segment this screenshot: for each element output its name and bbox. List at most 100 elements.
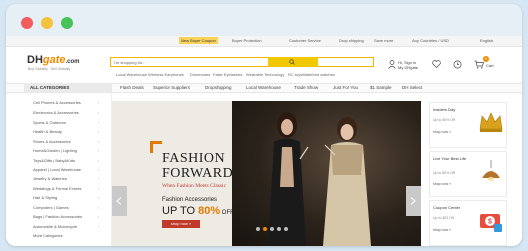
logo-dh: DH [27, 54, 43, 66]
language-selector[interactable]: English [480, 38, 493, 43]
category-item[interactable]: Toys&Gifts | Baby&Kids [33, 158, 75, 163]
nav-dropshipping[interactable]: Dropshipping [205, 85, 232, 90]
promo-subtitle: Up to 80% Off [433, 118, 455, 122]
search-input[interactable]: I'm shopping for... [110, 57, 374, 67]
promo-shop-now-link[interactable]: shop now » [433, 130, 451, 134]
banner-subtitle: When Fashion Meets Classic [162, 183, 227, 189]
banner-headline-line2: FORWARD [162, 166, 234, 181]
nav-local-warehouse[interactable]: Local Warehouse [246, 85, 281, 90]
sign-in-link[interactable]: Hi, Sign in My DHgate [398, 60, 418, 70]
promo-card-live-your-best-life[interactable]: Live Your Best Life Up to 80% Off shop n… [429, 151, 507, 197]
category-item[interactable]: Sports & Outdoors [33, 120, 66, 125]
promo-shop-now-link[interactable]: shop now » [433, 182, 451, 186]
chevron-right-icon: › [98, 148, 100, 153]
quick-link[interactable]: Local Warehouse [116, 72, 147, 77]
chevron-right-icon: › [98, 139, 100, 144]
user-icon[interactable] [388, 60, 396, 69]
nav-superior-suppliers[interactable]: Superior Suppliers [153, 85, 190, 90]
heart-icon[interactable] [432, 60, 441, 68]
chevron-right-icon: › [98, 195, 100, 200]
banner-headline-line1: FASHION [162, 151, 226, 166]
nav-dh-select[interactable]: DH Select [402, 85, 422, 90]
nav-trade-show[interactable]: Trade Show [294, 85, 318, 90]
promo-title: Insiders Day [433, 107, 456, 112]
minimize-window-button[interactable] [41, 17, 53, 29]
all-categories-button[interactable]: ALL CATEGORIES [24, 83, 112, 93]
carousel-dot[interactable] [277, 227, 281, 231]
quick-link[interactable]: False Eyelashes [213, 72, 242, 77]
category-item[interactable]: Bags | Fashion Accessories [33, 214, 82, 219]
save-more-link[interactable]: Save more [374, 38, 393, 43]
chevron-right-icon: › [98, 176, 100, 181]
nav-just-for-you[interactable]: Just For You [333, 85, 358, 90]
chevron-left-icon [116, 197, 122, 205]
banner-prev-button[interactable] [112, 186, 127, 216]
chevron-right-icon: › [98, 129, 100, 134]
category-item[interactable]: Hair & Styling [33, 195, 57, 200]
model-image-right [323, 117, 371, 246]
carousel-dot[interactable] [256, 227, 260, 231]
model-image-left [268, 112, 309, 246]
banner-discount: UP TO 80% OFF [162, 205, 234, 217]
promo-card-insiders-day[interactable]: Insiders Day Up to 80% Off shop now » [429, 102, 507, 148]
new-buyer-coupon-link[interactable]: New Buyer Coupon [179, 37, 218, 44]
cart-label[interactable]: Cart [486, 63, 494, 68]
category-item[interactable]: Home&Garden | Lighting [33, 148, 77, 153]
carousel-dot[interactable] [284, 227, 288, 231]
chevron-right-icon: › [98, 205, 100, 210]
svg-text:$: $ [488, 219, 492, 226]
title-bar [6, 4, 522, 36]
logo-com: .com [65, 59, 80, 65]
promo-title: Live Your Best Life [433, 156, 467, 161]
carousel-dot[interactable] [270, 227, 274, 231]
promo-title: Coupon Center [433, 205, 461, 210]
quick-link[interactable]: RC toys [288, 72, 302, 77]
promo-subtitle: Up to 80% Off [433, 171, 455, 175]
category-item[interactable]: Electronics & Accessories [33, 110, 79, 115]
logo-tagline: Buy Globally · Sell Globally [28, 67, 71, 71]
banner-discount-percent: 80% [198, 205, 221, 217]
carousel-dot-active[interactable] [263, 227, 267, 231]
category-item[interactable]: Health & Beauty [33, 129, 62, 134]
chevron-right-icon [410, 197, 416, 205]
quick-link[interactable]: Waterbird watches [302, 72, 335, 77]
nav-1-sample[interactable]: $1 Sample [370, 85, 392, 90]
category-item[interactable]: Computers | Games [33, 205, 69, 210]
promo-subtitle: Up to $20 Off [433, 216, 454, 220]
category-item[interactable]: Apparel | Local Warehouse [33, 167, 81, 172]
chevron-right-icon: › [98, 158, 100, 163]
cart-icon[interactable] [474, 60, 484, 69]
category-item[interactable]: Shoes & Accessories [33, 139, 71, 144]
banner-shop-now-button[interactable]: shop now » [162, 220, 200, 228]
category-item[interactable]: Weddings & Formal Events [33, 186, 81, 191]
maximize-window-button[interactable] [61, 17, 73, 29]
category-item[interactable]: Jewelry & Watches [33, 176, 67, 181]
banner-next-button[interactable] [406, 186, 421, 216]
chevron-right-icon: › [98, 100, 100, 105]
close-window-button[interactable] [21, 17, 33, 29]
search-placeholder: I'm shopping for... [114, 60, 146, 65]
search-icon [289, 59, 295, 65]
history-icon[interactable] [453, 60, 462, 69]
category-item[interactable]: Automobile & Motorcycle [33, 224, 77, 229]
country-selector[interactable]: Any Countries / USD [412, 38, 449, 43]
dhgate-logo[interactable]: DHgate.com [27, 54, 80, 66]
banner-accessories-label: Fashion Accessories [162, 197, 218, 203]
search-button[interactable] [268, 57, 318, 67]
buyer-protection-link[interactable]: Buyer Protection [232, 38, 262, 43]
quick-link[interactable]: Dinnerware [190, 72, 210, 77]
promo-card-coupon-center[interactable]: Coupon Center Up to $20 Off shop now » $ [429, 200, 507, 246]
quick-link[interactable]: Wireless Earphones [148, 72, 184, 77]
all-categories-label: ALL CATEGORIES [30, 85, 70, 90]
drop-shipping-link[interactable]: Drop shipping [339, 38, 364, 43]
chevron-right-icon: › [98, 214, 100, 219]
customer-service-link[interactable]: Customer Service [289, 38, 321, 43]
page-content: New Buyer Coupon Buyer Protection Custom… [6, 36, 522, 246]
category-item[interactable]: Cell Phones & Accessories [33, 100, 81, 105]
hero-banner[interactable]: FASHION FORWARD When Fashion Meets Class… [112, 101, 421, 246]
quick-link[interactable]: Wearable Technology [246, 72, 284, 77]
more-categories-link[interactable]: More Categories [33, 233, 63, 238]
category-list: Cell Phones & Accessories › Electronics &… [24, 93, 112, 246]
promo-shop-now-link[interactable]: shop now » [433, 228, 451, 232]
nav-flash-deals[interactable]: Flash Deals [120, 85, 144, 90]
